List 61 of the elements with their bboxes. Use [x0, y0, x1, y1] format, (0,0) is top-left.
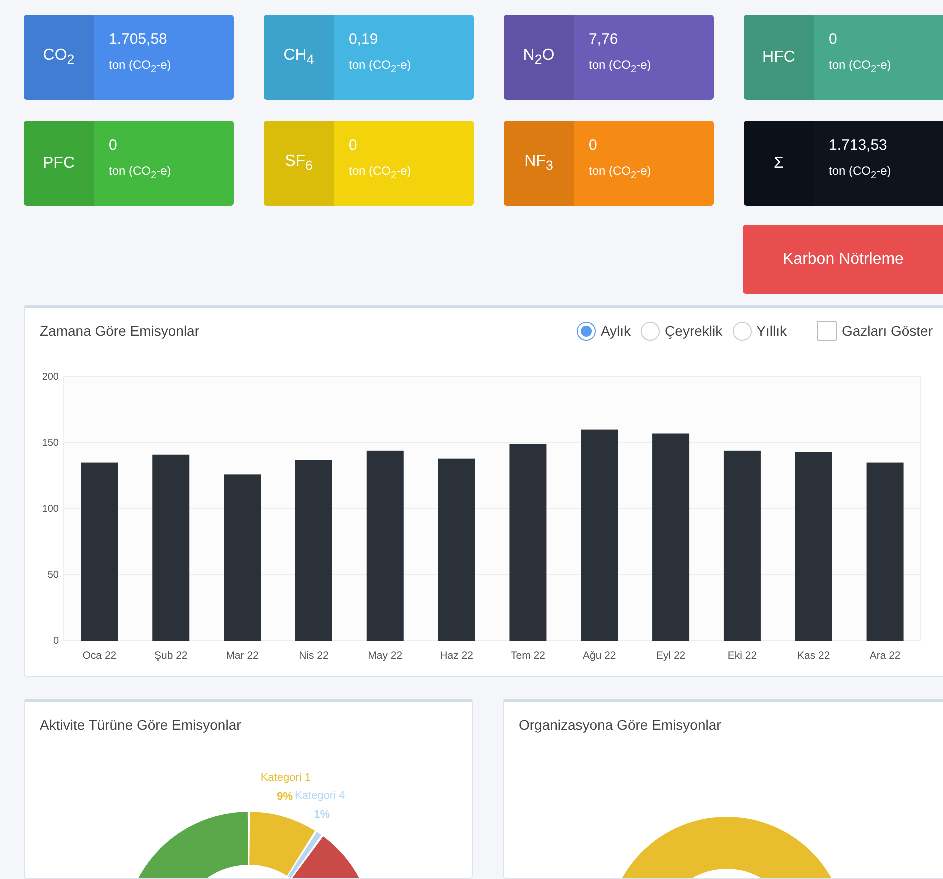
- checkbox-icon[interactable]: [816, 321, 837, 341]
- radio-icon[interactable]: [732, 322, 752, 340]
- axis-label: 100: [42, 504, 59, 515]
- gas-symbol: HFC: [762, 48, 796, 66]
- gas-unit: ton (CO$_{2}$-e): [829, 58, 892, 76]
- axis-label: May 22: [368, 650, 403, 662]
- gas-unit: ton (CO$_{2}$-e): [829, 164, 892, 182]
- gas-symbol: PFC: [43, 154, 75, 172]
- axis-label: Kas 22: [798, 650, 830, 662]
- gas-symbol: NF$_{3}$: [524, 153, 554, 174]
- axis-label: 150: [42, 438, 59, 449]
- panel-title: Organizasyona Göre Emisyonlar: [519, 717, 722, 733]
- gas-symbol: CO$_{2}$: [43, 47, 75, 68]
- gas-symbol: N$_{2}$O: [523, 47, 555, 68]
- radio-icon[interactable]: [641, 322, 660, 340]
- axis-label: 200: [42, 372, 59, 383]
- axis-label: Tem 22: [511, 650, 546, 662]
- slice-label: Kategori 4: [295, 790, 346, 802]
- gas-value: 1.713,53: [829, 137, 888, 154]
- gas-unit: ton (CO$_{2}$-e): [589, 164, 652, 182]
- show-gases-checkbox[interactable]: Gazları Göster: [796, 321, 933, 341]
- period-radio[interactable]: Yıllık: [732, 322, 787, 340]
- period-radio[interactable]: Çeyreklik: [641, 322, 723, 340]
- axis-label: Ara 22: [870, 650, 901, 662]
- gas-symbol: SF$_{6}$: [285, 153, 313, 174]
- axis-label: Şub 22: [154, 650, 188, 662]
- gas-value: 0: [109, 137, 118, 154]
- axis-label: 0: [53, 636, 59, 647]
- radio-label: Çeyreklik: [665, 323, 723, 339]
- gas-value: 1.705,58: [109, 31, 168, 48]
- radio-label: Aylık: [600, 323, 632, 339]
- panel-title: Zamana Göre Emisyonlar: [40, 323, 201, 339]
- carbon-neutral-button[interactable]: Karbon Nötrleme: [743, 225, 943, 294]
- gas-unit: ton (CO$_{2}$-e): [349, 164, 412, 182]
- gas-symbol: CH$_{4}$: [284, 47, 314, 68]
- checkbox-label: Gazları Göster: [842, 323, 933, 339]
- axis-label: Oca 22: [82, 650, 117, 662]
- axis-label: Eyl 22: [656, 650, 686, 662]
- axis-label: Ağu 22: [582, 650, 616, 662]
- panel-title: Aktivite Türüne Göre Emisyonlar: [40, 717, 242, 733]
- gas-symbol: Σ: [774, 154, 784, 172]
- gas-value: 0: [829, 31, 838, 48]
- gas-unit: ton (CO$_{2}$-e): [589, 58, 652, 76]
- axis-label: Eki 22: [728, 650, 758, 662]
- slice-label: Kategori 1: [260, 772, 311, 784]
- gas-unit: ton (CO$_{2}$-e): [109, 58, 172, 76]
- gas-value: 0: [349, 137, 358, 154]
- gas-value: 0,19: [349, 31, 380, 48]
- radio-icon[interactable]: [576, 322, 596, 340]
- gas-value: 7,76: [589, 31, 620, 48]
- slice-percent: 1%: [314, 809, 330, 821]
- slice-percent: 9%: [277, 791, 293, 803]
- gas-unit: ton (CO$_{2}$-e): [349, 58, 412, 76]
- axis-label: Haz 22: [440, 650, 474, 662]
- gas-unit: ton (CO$_{2}$-e): [109, 164, 172, 182]
- axis-label: Mar 22: [226, 650, 259, 662]
- axis-label: Nis 22: [299, 650, 329, 662]
- radio-label: Yıllık: [756, 323, 787, 339]
- period-radio[interactable]: Aylık: [576, 322, 632, 340]
- gas-value: 0: [589, 137, 598, 154]
- axis-label: 50: [48, 570, 59, 581]
